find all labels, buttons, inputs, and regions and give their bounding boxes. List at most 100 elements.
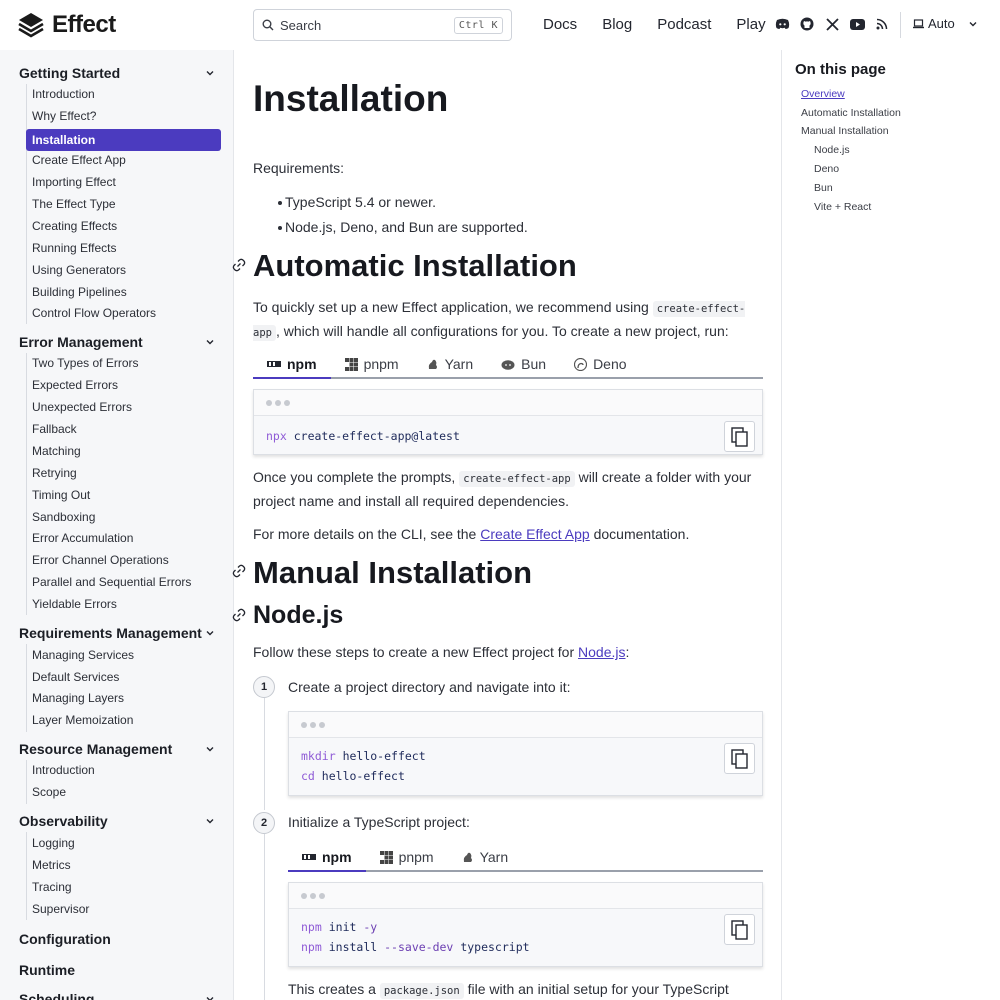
auto-after-paragraph: Once you complete the prompts, create-ef… — [253, 466, 765, 512]
sidebar-item-managing-services[interactable]: Managing Services — [26, 644, 221, 666]
toc-divider — [781, 50, 782, 1000]
x-icon[interactable] — [824, 16, 840, 32]
nav-blog[interactable]: Blog — [602, 16, 632, 33]
tab-npm[interactable]: npm — [288, 844, 366, 872]
toc-item-deno[interactable]: Deno — [814, 163, 839, 175]
sidebar-item-unexpected-errors[interactable]: Unexpected Errors — [26, 396, 221, 418]
sidebar-item-running-effects[interactable]: Running Effects — [26, 237, 221, 259]
tab-npm[interactable]: npm — [253, 351, 331, 379]
sidebar-item-building-pipelines[interactable]: Building Pipelines — [26, 281, 221, 303]
sidebar-item-using-generators[interactable]: Using Generators — [26, 259, 221, 281]
step2-package-manager-tabs: npm pnpm Yarn — [288, 844, 763, 872]
sidebar-item-error-channel-operations[interactable]: Error Channel Operations — [26, 549, 221, 571]
sidebar-item-sandboxing[interactable]: Sandboxing — [26, 506, 221, 528]
sidebar-item-resource-introduction[interactable]: Introduction — [26, 759, 221, 781]
toc-item-manual-installation[interactable]: Manual Installation — [801, 125, 889, 137]
page-title: Installation — [253, 78, 449, 119]
sidebar-item-installation[interactable]: Installation — [26, 129, 221, 151]
effect-logo[interactable]: Effect — [18, 11, 116, 39]
sidebar-item-create-effect-app[interactable]: Create Effect App — [26, 149, 221, 171]
code-token: cd — [301, 769, 315, 783]
nodejs-link[interactable]: Node.js — [578, 644, 625, 660]
inline-code: create-effect-app — [459, 471, 575, 487]
sidebar-group-configuration[interactable]: Configuration — [19, 931, 219, 947]
deno-icon — [574, 357, 588, 371]
tab-deno[interactable]: Deno — [560, 351, 640, 377]
sidebar-group-getting-started[interactable]: Getting Started — [19, 65, 219, 81]
link-icon[interactable] — [232, 258, 246, 272]
toc-item-automatic-installation[interactable]: Automatic Installation — [801, 107, 901, 119]
sidebar-item-creating-effects[interactable]: Creating Effects — [26, 215, 221, 237]
toc-item-bun[interactable]: Bun — [814, 182, 833, 194]
sidebar-item-parallel-sequential-errors[interactable]: Parallel and Sequential Errors — [26, 571, 221, 593]
copy-button[interactable] — [724, 421, 755, 452]
code-content[interactable]: npm init -y npm install --save-dev types… — [289, 909, 762, 967]
sidebar-item-expected-errors[interactable]: Expected Errors — [26, 374, 221, 396]
sidebar-item-logging[interactable]: Logging — [26, 832, 221, 854]
sidebar-item-why-effect[interactable]: Why Effect? — [26, 105, 221, 127]
sidebar-item-effect-type[interactable]: The Effect Type — [26, 193, 221, 215]
code-block-step2: npm init -y npm install --save-dev types… — [288, 882, 763, 967]
link-icon[interactable] — [232, 564, 246, 578]
sidebar-group-resource-management[interactable]: Resource Management — [19, 741, 219, 757]
header-divider — [900, 12, 901, 38]
yarn-icon — [428, 359, 437, 369]
sidebar-item-matching[interactable]: Matching — [26, 440, 221, 462]
tab-label: npm — [287, 356, 317, 372]
theme-select[interactable]: Auto — [913, 16, 977, 31]
link-icon[interactable] — [232, 608, 246, 622]
inline-code: package.json — [379, 983, 464, 999]
sidebar-item-importing-effect[interactable]: Importing Effect — [26, 171, 221, 193]
discord-icon[interactable] — [774, 16, 790, 32]
tab-pnpm[interactable]: pnpm — [366, 844, 448, 870]
toc-item-nodejs[interactable]: Node.js — [814, 144, 850, 156]
create-effect-app-link[interactable]: Create Effect App — [480, 526, 589, 542]
sidebar-item-timing-out[interactable]: Timing Out — [26, 484, 221, 506]
tab-yarn[interactable]: Yarn — [448, 844, 523, 870]
toc-item-vite-react[interactable]: Vite + React — [814, 201, 871, 213]
copy-button[interactable] — [724, 914, 755, 945]
tab-label: Deno — [593, 356, 627, 372]
auto-details-paragraph: For more details on the CLI, see the Cre… — [253, 523, 765, 545]
heading-automatic-installation: Automatic Installation — [253, 248, 577, 283]
github-icon[interactable] — [799, 16, 815, 32]
search-box[interactable]: Search Ctrl K — [253, 9, 512, 41]
sidebar-item-yieldable-errors[interactable]: Yieldable Errors — [26, 593, 221, 615]
text: will create a folder with your — [578, 469, 752, 485]
tab-pnpm[interactable]: pnpm — [331, 351, 413, 377]
nav-podcast[interactable]: Podcast — [657, 16, 711, 33]
theme-label: Auto — [928, 16, 955, 31]
sidebar-group-observability[interactable]: Observability — [19, 813, 219, 829]
sidebar-item-default-services[interactable]: Default Services — [26, 666, 221, 688]
chevron-down-icon — [206, 340, 214, 345]
sidebar-group-runtime[interactable]: Runtime — [19, 962, 219, 978]
sidebar-item-metrics[interactable]: Metrics — [26, 854, 221, 876]
youtube-icon[interactable] — [849, 16, 865, 32]
sidebar-group-error-management[interactable]: Error Management — [19, 334, 219, 350]
nav-play[interactable]: Play — [736, 16, 765, 33]
sidebar-item-scope[interactable]: Scope — [26, 781, 221, 803]
sidebar-item-layer-memoization[interactable]: Layer Memoization — [26, 709, 221, 731]
requirements-label: Requirements: — [253, 160, 345, 176]
sidebar-group-scheduling[interactable]: Scheduling — [19, 991, 219, 1000]
sidebar-item-supervisor[interactable]: Supervisor — [26, 898, 221, 920]
sidebar-group-requirements-management[interactable]: Requirements Management — [19, 625, 219, 641]
sidebar-item-error-accumulation[interactable]: Error Accumulation — [26, 527, 221, 549]
sidebar-item-managing-layers[interactable]: Managing Layers — [26, 687, 221, 709]
sidebar-item-fallback[interactable]: Fallback — [26, 418, 221, 440]
sidebar-item-control-flow-operators[interactable]: Control Flow Operators — [26, 302, 221, 324]
pnpm-icon — [344, 357, 358, 371]
rss-icon[interactable] — [874, 16, 890, 32]
code-content[interactable]: npx create-effect-app@latest — [254, 416, 762, 456]
sidebar-item-introduction[interactable]: Introduction — [26, 83, 221, 105]
code-content[interactable]: mkdir hello-effect cd hello-effect — [289, 738, 762, 796]
tab-bun[interactable]: Bun — [487, 351, 560, 377]
toc-item-overview[interactable]: Overview — [801, 88, 845, 100]
sidebar-item-two-types-of-errors[interactable]: Two Types of Errors — [26, 352, 221, 374]
sidebar-item-tracing[interactable]: Tracing — [26, 876, 221, 898]
tab-yarn[interactable]: Yarn — [413, 351, 488, 377]
sidebar-item-retrying[interactable]: Retrying — [26, 462, 221, 484]
nav-docs[interactable]: Docs — [543, 16, 577, 33]
code-token: init — [328, 920, 357, 934]
copy-button[interactable] — [724, 743, 755, 774]
